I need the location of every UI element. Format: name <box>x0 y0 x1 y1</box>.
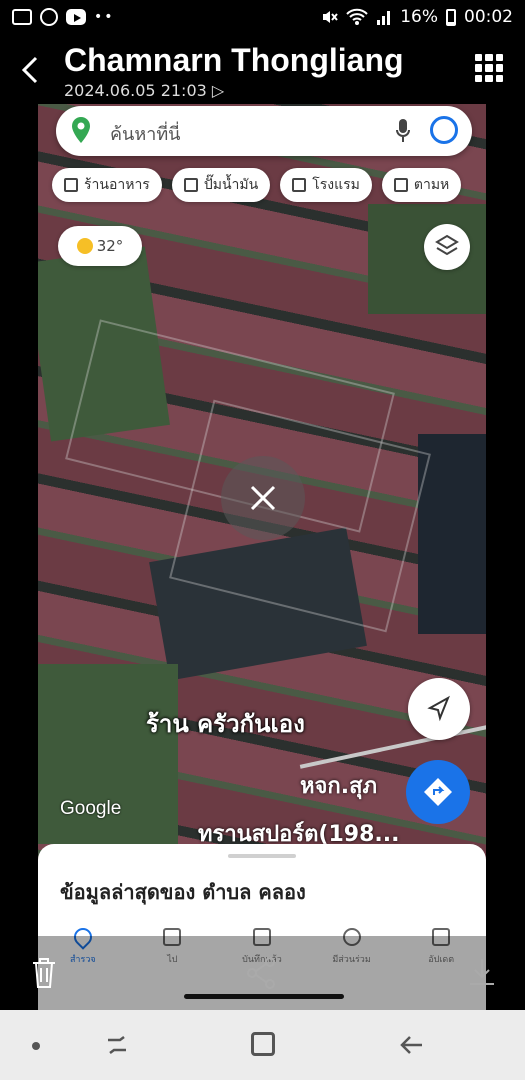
chip-hotels[interactable]: โรงแรม <box>280 168 372 202</box>
wifi-icon <box>346 8 368 25</box>
trash-icon[interactable] <box>30 956 58 990</box>
shopping-icon <box>393 178 408 192</box>
hotel-icon <box>292 178 307 192</box>
photo-timestamp: 2024.06.05 21:03 ▷ <box>64 81 224 100</box>
home-button-icon[interactable] <box>251 1032 275 1056</box>
album-title: Chamnarn Thongliang <box>64 42 404 78</box>
share-icon[interactable] <box>246 956 276 990</box>
timestamp-text: 2024.06.05 21:03 <box>64 81 207 100</box>
signal-icon <box>377 11 391 25</box>
back-arrow-icon[interactable] <box>18 54 42 86</box>
battery-icon <box>446 8 456 26</box>
more-notifications-icon: •• <box>94 9 115 25</box>
category-chips: ร้านอาหาร ปั๊มน้ำมัน โรงแรม ตามห <box>52 168 462 202</box>
microphone-icon[interactable] <box>396 118 410 144</box>
download-icon[interactable] <box>467 956 497 990</box>
close-overlay-button[interactable] <box>221 456 305 540</box>
navigation-arrow-icon <box>427 695 450 722</box>
directions-button[interactable] <box>406 760 470 824</box>
restaurant-icon <box>64 178 78 192</box>
temperature: 32° <box>96 237 124 255</box>
photo-viewer[interactable]: ค้นหาที่นี่ ร้านอาหาร ปั๊มน้ำมัน โรงแรม … <box>38 104 486 1010</box>
home-indicator <box>184 994 344 999</box>
place-label[interactable]: ร้าน ครัวกันเอง <box>146 704 305 743</box>
clock: 00:02 <box>464 7 513 27</box>
back-button-icon[interactable] <box>398 1032 424 1058</box>
gas-station-icon <box>183 178 198 192</box>
chip-restaurants[interactable]: ร้านอาหาร <box>52 168 162 202</box>
chip-shopping[interactable]: ตามห <box>381 168 462 202</box>
place-label[interactable]: หจก.สุภ <box>300 768 377 803</box>
maps-search-bar[interactable]: ค้นหาที่นี่ <box>56 106 472 156</box>
gallery-header: Chamnarn Thongliang 2024.06.05 21:03 ▷ <box>0 36 525 106</box>
gallery-toolbar <box>0 936 525 1010</box>
system-icons: 16% 00:02 <box>320 7 513 27</box>
sheet-title: ข้อมูลล่าสุดของ ตำบล คลอง <box>60 880 306 904</box>
grid-view-icon[interactable] <box>475 54 503 82</box>
line-icon <box>40 8 58 26</box>
sun-icon <box>76 238 93 254</box>
google-logo: Google <box>60 798 122 819</box>
search-placeholder: ค้นหาที่นี่ <box>110 124 181 145</box>
recent-apps-icon[interactable] <box>104 1032 130 1058</box>
my-location-button[interactable] <box>408 678 470 740</box>
close-icon <box>250 485 276 511</box>
weather-badge[interactable]: 32° <box>58 226 142 266</box>
nav-dot-icon[interactable] <box>32 1042 40 1050</box>
system-nav-bar <box>0 1010 525 1080</box>
battery-percent: 16% <box>400 7 438 27</box>
notification-icons: •• <box>12 8 115 26</box>
mute-icon <box>323 11 338 23</box>
directions-icon <box>424 778 452 806</box>
sheet-handle[interactable] <box>228 854 296 858</box>
layers-button[interactable] <box>424 224 470 270</box>
youtube-icon <box>66 9 86 25</box>
chevron-right-icon[interactable]: ▷ <box>212 81 224 100</box>
account-avatar-icon[interactable] <box>430 116 458 144</box>
status-bar: •• 16% 00:02 <box>0 0 525 36</box>
gallery-icon <box>12 9 32 25</box>
maps-pin-icon <box>72 117 90 143</box>
layers-icon <box>435 234 459 256</box>
chip-gas-stations[interactable]: ปั๊มน้ำมัน <box>171 168 271 202</box>
